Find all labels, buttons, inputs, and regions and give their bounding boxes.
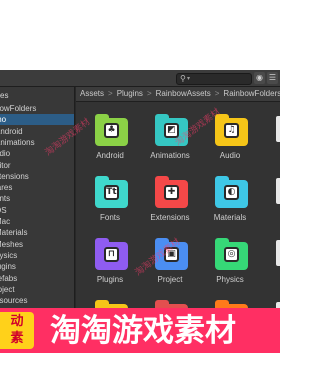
plugin-icon: ⊓ (104, 247, 119, 262)
tree-item[interactable]: hysics (0, 250, 74, 261)
banner-badge-text: 动 (10, 313, 24, 328)
tree-item-label: refabs (0, 273, 18, 283)
lock-icon[interactable]: ◉ (254, 72, 265, 84)
breadcrumb-item[interactable]: Plugins (117, 87, 143, 101)
tree-item-label: onts (0, 194, 11, 204)
tree-item-label: Animations (0, 137, 35, 147)
folder-icon: Tt (95, 176, 128, 208)
audio-icon: ♫ (224, 123, 239, 138)
folder-icon: ♫ (215, 114, 248, 146)
folder-label: Audio (219, 151, 241, 160)
tree-item-label: hysics (0, 250, 18, 260)
folder-label: Materials (213, 213, 247, 222)
folder-label: Android (96, 151, 124, 160)
tree-item[interactable]: Mac (0, 216, 74, 227)
material-icon: ◐ (224, 185, 239, 200)
folder-icon: ♣ (95, 114, 128, 146)
tree-item[interactable]: mo (0, 114, 74, 126)
folder-label: Fonts (99, 213, 120, 222)
bottom-strip (0, 353, 280, 380)
breadcrumb-separator: > (108, 89, 113, 98)
extension-icon: ✚ (164, 185, 179, 200)
folder-icon: ⊓ (95, 238, 128, 270)
tree-item-label: lugins (0, 262, 16, 272)
folder-icon: ◎ (215, 238, 248, 270)
folder-item[interactable]: ◐ Materials (200, 170, 260, 230)
tree-item[interactable]: udio (0, 148, 74, 159)
tree-header: es (0, 91, 9, 100)
breadcrumb-item[interactable]: RainbowAssets (156, 87, 211, 101)
physics-icon: ◎ (224, 247, 239, 262)
tree-item-label: Android (0, 126, 23, 136)
folder-label: Plugins (96, 275, 124, 284)
tree-item[interactable]: xtensions (0, 171, 74, 182)
project-toolbar: ⚲ ▾ ◉ ☰ (0, 70, 280, 87)
tree-item-label: udio (0, 149, 11, 159)
tree-item[interactable]: lares (0, 182, 74, 193)
tree-item-label: esources (0, 296, 28, 306)
folder-label: Animations (150, 151, 190, 160)
tree-item-label: Materials (0, 228, 28, 238)
breadcrumb-separator: > (214, 89, 220, 98)
banner-text: 淘淘游戏素材 (50, 313, 236, 348)
folder-item[interactable]: ✚ Extensions (140, 170, 200, 230)
tree-item[interactable]: lugins (0, 261, 74, 272)
tree-item[interactable]: refabs (0, 273, 74, 284)
folder-item[interactable]: ♣ Android (80, 108, 140, 168)
tree-item[interactable]: Meshes (0, 239, 74, 250)
tree-item[interactable]: ditor (0, 160, 74, 171)
tree-item-label: bowFolders (0, 104, 37, 113)
font-icon: Tt (104, 185, 119, 200)
tree-item-label: roject (0, 284, 15, 294)
tree-item[interactable]: bowFolders (0, 103, 74, 114)
tree-item-label: xtensions (0, 171, 29, 181)
android-icon: ♣ (104, 123, 119, 138)
project-window: ⚲ ▾ ◉ ☰ es bowFoldersmoAndroidAnimations… (0, 70, 280, 337)
tree-item-label: ditor (0, 160, 11, 170)
folder-item[interactable]: ◎ Physics (200, 232, 260, 292)
breadcrumb-separator: > (146, 89, 152, 98)
breadcrumb-item[interactable]: Assets (80, 87, 104, 101)
folder-label: Physics (216, 275, 244, 284)
folder-icon: ◐ (215, 176, 248, 208)
filter-icon[interactable]: ☰ (267, 72, 278, 84)
breadcrumb-item[interactable]: RainbowFolders (223, 87, 280, 101)
tree-item[interactable]: OS (0, 205, 74, 216)
tree-item-label: lares (0, 183, 13, 193)
tree-item[interactable]: esources (0, 295, 74, 306)
tree-item-label: mo (0, 115, 7, 125)
tree-item[interactable]: onts (0, 193, 74, 204)
search-dropdown-icon[interactable]: ▾ (187, 74, 190, 84)
folder-item[interactable]: Tt Fonts (80, 170, 140, 230)
banner-badge: 动素 (0, 312, 34, 349)
partial-folder-icon[interactable] (276, 178, 280, 204)
tree-item-label: Mac (0, 217, 11, 226)
tree-item-label: OS (0, 205, 7, 215)
partial-folder-icon[interactable] (276, 240, 280, 266)
folder-item[interactable]: ⊓ Plugins (80, 232, 140, 292)
promo-banner: 动素 淘淘游戏素材 (0, 308, 280, 353)
tree-item[interactable]: Materials (0, 227, 74, 238)
search-input[interactable]: ⚲ ▾ (176, 73, 252, 85)
folder-label: Project (157, 275, 183, 284)
banner-badge-text: 素 (10, 330, 24, 345)
folder-label: Extensions (150, 213, 190, 222)
breadcrumb: Assets > Plugins > RainbowAssets > RainbowFold… (76, 87, 280, 102)
folder-icon: ✚ (155, 176, 188, 208)
partial-folder-icon[interactable] (276, 116, 280, 142)
search-icon: ⚲ (180, 74, 186, 83)
tree-item[interactable]: roject (0, 284, 74, 295)
folder-tree: es bowFolders moAndroidAnimations udiodito… (0, 87, 75, 337)
tree-item-label: Meshes (0, 239, 24, 249)
